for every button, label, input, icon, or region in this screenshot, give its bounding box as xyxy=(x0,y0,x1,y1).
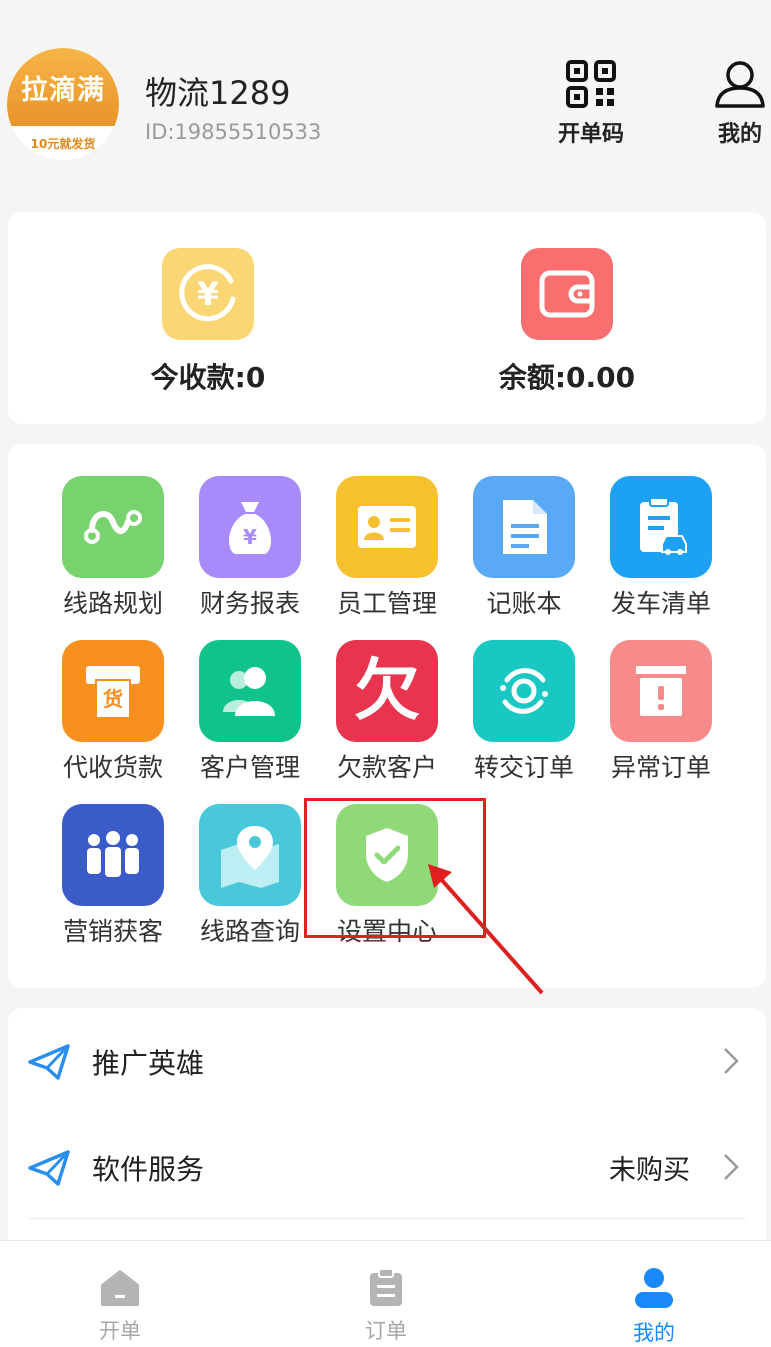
map-pin-icon xyxy=(199,804,301,906)
menu-list: 推广英雄 软件服务 未购买 xyxy=(8,1008,766,1248)
clipboard-icon xyxy=(370,1268,402,1306)
qr-code-icon xyxy=(566,60,616,108)
chevron-right-icon xyxy=(724,1048,739,1074)
grid-item-debtors[interactable]: 欠 欠款客户 xyxy=(319,640,455,784)
paper-plane-icon xyxy=(28,1044,70,1080)
nav-label: 开单 xyxy=(99,1319,141,1343)
divider xyxy=(28,1218,746,1219)
user-filled-icon xyxy=(635,1268,673,1308)
clipboard-car-icon xyxy=(610,476,712,578)
grid-item-marketing[interactable]: 营销获客 xyxy=(45,804,181,948)
nav-tab-orders[interactable]: 订单 xyxy=(326,1267,446,1345)
grid-label: 客户管理 xyxy=(199,753,300,782)
grid-item-ledger[interactable]: 记账本 xyxy=(456,476,592,620)
software-status: 未购买 xyxy=(609,1155,690,1186)
customers-icon xyxy=(199,640,301,742)
balance-card: ¥ 今收款:0 余额:0.00 xyxy=(8,212,766,424)
app-logo: 拉滴满 10元就发货 xyxy=(7,48,119,160)
grid-label: 线路查询 xyxy=(199,917,300,946)
list-label: 推广英雄 xyxy=(92,1047,205,1080)
bottom-nav: 开单 订单 我的 xyxy=(0,1240,771,1347)
grid-label: 代收货款 xyxy=(62,753,163,782)
grid-label: 营销获客 xyxy=(62,917,163,946)
order-qr-button[interactable]: 开单码 xyxy=(548,60,634,148)
grid-label: 欠款客户 xyxy=(336,753,437,782)
highlight-box xyxy=(304,798,486,938)
wallet-icon xyxy=(521,248,613,340)
home-icon xyxy=(101,1270,139,1306)
paper-plane-icon xyxy=(28,1150,70,1186)
atm-goods-icon: 货 xyxy=(62,640,164,742)
user-id: ID:19855510533 xyxy=(145,120,322,144)
yuan-coin-icon: ¥ xyxy=(162,248,254,340)
grid-label: 异常订单 xyxy=(610,753,711,782)
profile-header: 拉滴满 10元就发货 物流1289 ID:19855510533 开单码 我的 xyxy=(0,0,771,190)
route-icon xyxy=(62,476,164,578)
grid-label: 记账本 xyxy=(486,589,562,618)
my-profile-button[interactable]: 我的 xyxy=(700,60,771,148)
list-label: 软件服务 xyxy=(92,1153,205,1186)
today-income-item[interactable]: ¥ 今收款:0 xyxy=(88,248,328,396)
svg-text:货: 货 xyxy=(103,687,123,711)
svg-text:¥: ¥ xyxy=(243,525,257,549)
grid-item-customers[interactable]: 客户管理 xyxy=(182,640,318,784)
user-icon xyxy=(715,61,765,108)
balance-item[interactable]: 余额:0.00 xyxy=(447,248,687,396)
chevron-right-icon xyxy=(724,1154,739,1180)
list-row-software-service[interactable]: 软件服务 未购买 xyxy=(8,1114,766,1220)
svg-text:¥: ¥ xyxy=(197,275,219,313)
debt-icon: 欠 xyxy=(336,640,438,742)
grid-item-route-query[interactable]: 线路查询 xyxy=(182,804,318,948)
grid-label: 员工管理 xyxy=(336,589,437,618)
grid-item-transfer-order[interactable]: 转交订单 xyxy=(456,640,592,784)
id-card-icon xyxy=(336,476,438,578)
grid-item-route-plan[interactable]: 线路规划 xyxy=(45,476,181,620)
grid-label: 转交订单 xyxy=(473,753,574,782)
nav-label: 订单 xyxy=(365,1319,407,1343)
balance-text: 余额:0.00 xyxy=(498,361,636,394)
list-row-promo-hero[interactable]: 推广英雄 xyxy=(8,1008,766,1114)
document-icon xyxy=(473,476,575,578)
grid-item-cod[interactable]: 货 代收货款 xyxy=(45,640,181,784)
grid-item-finance-report[interactable]: ¥ 财务报表 xyxy=(182,476,318,620)
grid-label: 发车清单 xyxy=(610,589,711,618)
logo-sub-text: 10元就发货 xyxy=(30,136,96,151)
logo-main-text: 拉滴满 xyxy=(7,48,119,126)
transfer-icon xyxy=(473,640,575,742)
people-icon xyxy=(62,804,164,906)
user-name: 物流1289 xyxy=(145,74,291,112)
nav-tab-create-order[interactable]: 开单 xyxy=(60,1267,180,1345)
order-qr-label: 开单码 xyxy=(557,122,624,147)
nav-tab-mine[interactable]: 我的 xyxy=(594,1267,714,1347)
grid-item-staff[interactable]: 员工管理 xyxy=(319,476,455,620)
money-bag-icon: ¥ xyxy=(199,476,301,578)
grid-label: 线路规划 xyxy=(62,589,163,618)
nav-label: 我的 xyxy=(633,1321,675,1345)
alert-box-icon xyxy=(610,640,712,742)
grid-item-exception-order[interactable]: 异常订单 xyxy=(593,640,729,784)
my-profile-label: 我的 xyxy=(717,122,762,147)
grid-item-dispatch-list[interactable]: 发车清单 xyxy=(593,476,729,620)
today-income-text: 今收款:0 xyxy=(150,361,266,394)
grid-label: 财务报表 xyxy=(199,589,300,618)
